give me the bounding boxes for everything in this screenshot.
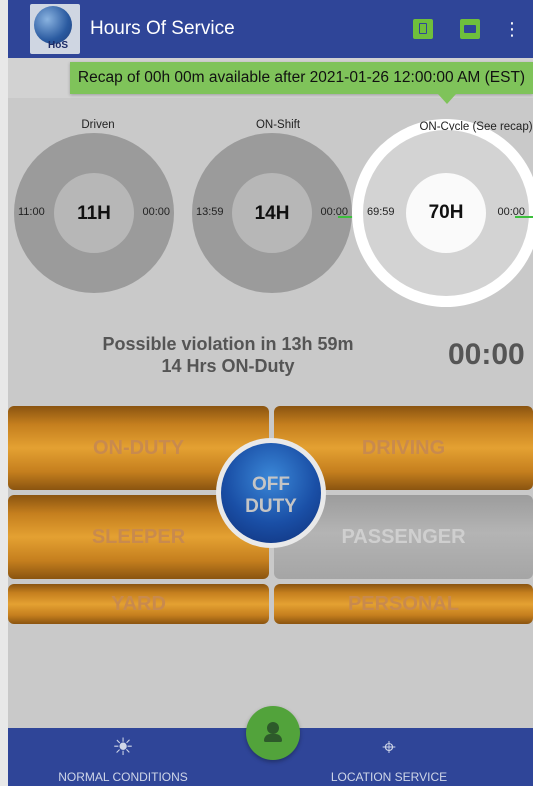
gauge-label-driven: Driven — [81, 119, 115, 131]
gauge-progress-marker — [515, 216, 533, 218]
driven-gauge[interactable]: 11:00 11H 00:00 — [14, 133, 174, 293]
location-off-icon: ⌖ — [382, 734, 396, 761]
person-icon — [264, 722, 282, 742]
driver-fab[interactable] — [246, 706, 300, 760]
logo-text: HoS — [48, 40, 68, 51]
yard-button[interactable]: YARD — [8, 584, 269, 624]
violation-line-2: 14 Hrs ON-Duty — [161, 356, 295, 376]
off-duty-core: OFF DUTY — [221, 443, 321, 543]
tablet-icon[interactable] — [413, 19, 433, 39]
off-duty-button[interactable]: OFF DUTY — [216, 438, 326, 548]
hos-logo: HoS — [30, 4, 80, 54]
sun-icon: ☀ — [112, 734, 134, 761]
app-title: Hours Of Service — [90, 18, 235, 39]
recap-pointer — [438, 94, 456, 104]
more-vert-icon[interactable]: ⋮ — [502, 16, 522, 42]
violation-timer: 00:00 — [448, 338, 525, 371]
personal-button[interactable]: PERSONAL — [274, 584, 533, 624]
gauge-label-on-shift: ON-Shift — [255, 119, 301, 131]
location-service-label: LOCATION SERVICE — [330, 770, 448, 784]
violation-warning: Possible violation in 13h 59m 14 Hrs ON-… — [48, 333, 408, 377]
gauge-right-value: 00:00 — [142, 206, 170, 218]
app-bar: HoS Hours Of Service ⋮ — [8, 0, 533, 58]
location-service-tab[interactable]: ⌖ LOCATION SERVICE — [274, 728, 504, 786]
on-shift-gauge[interactable]: 13:59 14H 00:00 — [192, 133, 356, 293]
recap-banner[interactable]: Recap of 00h 00m available after 2021-01… — [70, 62, 533, 94]
off-duty-label: OFF DUTY — [245, 474, 297, 517]
on-cycle-gauge[interactable]: 69:59 70H 00:00 — [363, 130, 533, 296]
truck-icon[interactable] — [460, 19, 480, 39]
normal-conditions-tab[interactable]: ☀ NORMAL CONDITIONS — [8, 728, 238, 786]
normal-conditions-label: NORMAL CONDITIONS — [58, 770, 188, 784]
globe-icon — [34, 6, 72, 44]
app-frame: HoS Hours Of Service ⋮ Recap of 00h 00m … — [8, 0, 533, 786]
violation-line-1: Possible violation in 13h 59m — [102, 334, 354, 354]
